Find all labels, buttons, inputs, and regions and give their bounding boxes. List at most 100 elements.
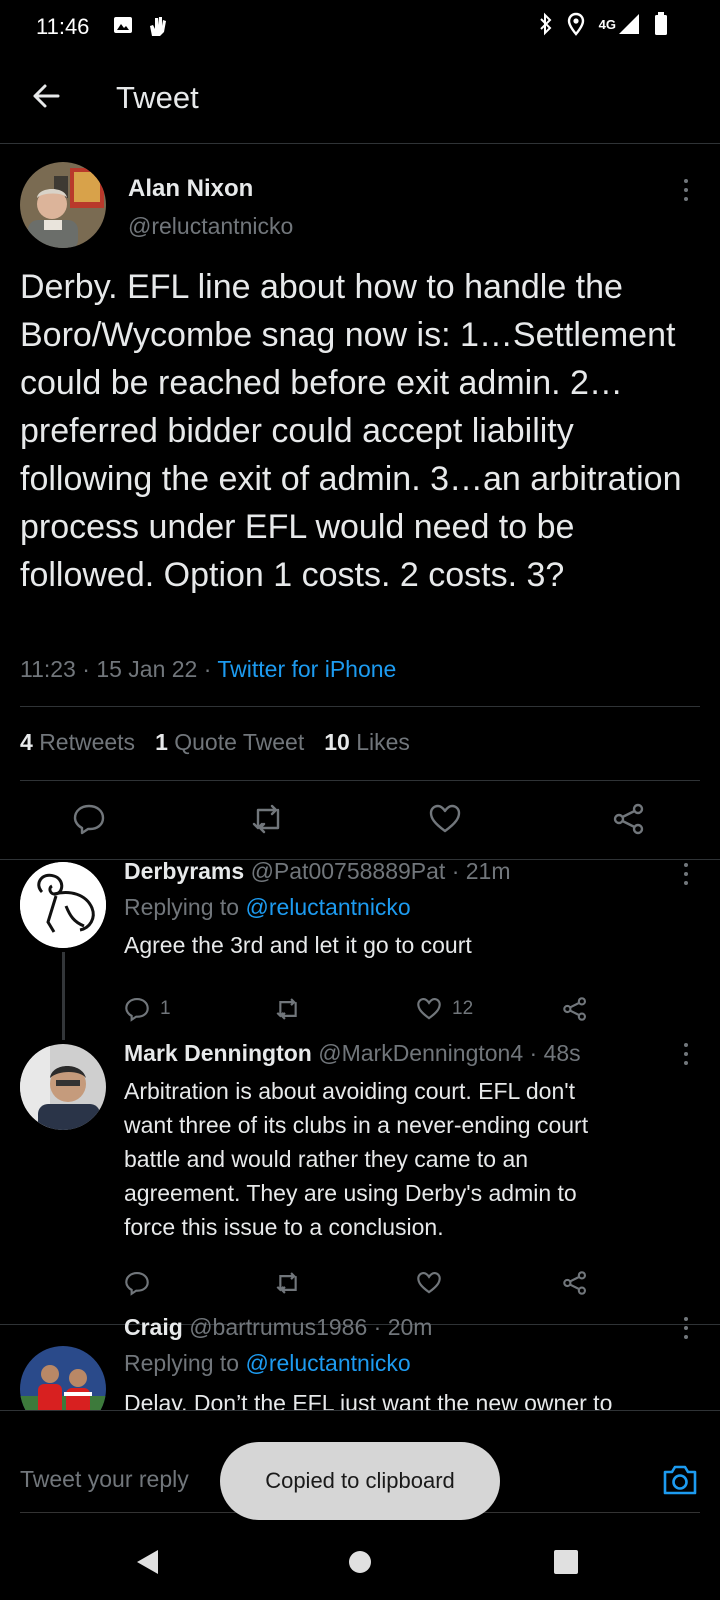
share-icon <box>613 803 644 835</box>
reply-reply-button[interactable]: 1 <box>124 996 171 1022</box>
reply-like-count: 12 <box>452 998 474 1019</box>
reply-author-name[interactable]: Mark Dennington <box>124 1040 312 1066</box>
reply-header: Mark Dennington @MarkDennington4 · 48s <box>124 1040 581 1067</box>
meta-separator: · <box>373 1314 388 1340</box>
retweet-icon <box>252 804 280 834</box>
reply-avatar-derbyrams[interactable] <box>20 862 106 948</box>
reply-text-line: agreement. They are using Derby's admin … <box>124 1180 577 1206</box>
reply-author-handle[interactable]: @MarkDennington4 <box>318 1040 523 1066</box>
reply-text-line: battle and would rather they came to an <box>124 1146 529 1172</box>
reply-reply-count: 1 <box>160 998 171 1019</box>
retweet-button[interactable] <box>250 802 286 838</box>
divider <box>20 706 700 707</box>
reply-text-line: Arbitration is about avoiding court. EFL… <box>124 1078 576 1104</box>
reply-like-button[interactable]: 12 <box>416 996 473 1022</box>
reply-author-handle[interactable]: @Pat00758889Pat <box>251 858 446 884</box>
replying-to-mention[interactable]: @reluctantnicko <box>245 894 410 920</box>
tweet-source-link[interactable]: Twitter for iPhone <box>217 656 396 682</box>
replying-to-line: Replying to @reluctantnicko <box>124 894 411 921</box>
tweet-text: Derby. EFL line about how to handle the … <box>20 268 682 594</box>
mark-photo <box>20 1044 106 1130</box>
replying-to-label: Replying to <box>124 894 246 920</box>
reply-reply-button[interactable] <box>124 1270 150 1296</box>
quotes-stat[interactable]: 1 Quote Tweet <box>155 729 304 756</box>
retweet-icon <box>276 1272 297 1294</box>
reply-share-button[interactable] <box>562 996 588 1022</box>
meta-separator: · <box>203 656 218 682</box>
replying-to-mention[interactable]: @reluctantnicko <box>245 1350 410 1376</box>
back-button[interactable] <box>28 78 64 114</box>
reply-more-options-icon[interactable] <box>674 1314 698 1342</box>
tweet-more-options-icon[interactable] <box>674 176 698 204</box>
reply-text-line: want three of its clubs in a never-endin… <box>124 1112 589 1138</box>
reply-author-handle[interactable]: @bartrumus1986 <box>189 1314 367 1340</box>
reply-header: Derbyrams @Pat00758889Pat · 21m <box>124 858 511 885</box>
tweet-action-bar <box>0 780 720 860</box>
reply-text: Arbitration is about avoiding court. EFL… <box>124 1074 704 1244</box>
reply-more-options-icon[interactable] <box>674 1040 698 1068</box>
retweets-stat[interactable]: 4 Retweets <box>20 729 135 756</box>
reply-more-options-icon[interactable] <box>674 860 698 888</box>
reply-icon <box>125 1271 149 1296</box>
tweet-time: 11:23 <box>20 656 76 682</box>
nav-home-icon[interactable] <box>348 1550 372 1574</box>
like-button[interactable] <box>428 802 464 838</box>
location-icon <box>567 12 584 36</box>
status-notification-icons <box>112 14 168 38</box>
reply-like-button[interactable] <box>416 1270 442 1296</box>
author-photo <box>20 162 106 248</box>
network-type-label: 4G <box>598 16 616 32</box>
reply-avatar-mark[interactable] <box>20 1044 106 1130</box>
signal-icon <box>619 14 639 34</box>
share-icon <box>563 997 587 1021</box>
arrow-left-icon <box>33 84 60 108</box>
reply-retweet-button[interactable] <box>274 1270 302 1296</box>
likes-label: Likes <box>356 729 410 755</box>
heart-icon <box>417 1271 441 1294</box>
hand-gesture-icon <box>150 17 166 36</box>
reply-icon <box>125 997 149 1022</box>
meta-separator: · <box>451 858 466 884</box>
replying-to-line: Replying to @reluctantnicko <box>124 1350 411 1377</box>
thread-connector <box>62 952 65 1040</box>
bluetooth-icon <box>539 12 552 36</box>
retweets-count: 4 <box>20 729 33 755</box>
heart-icon <box>417 997 441 1020</box>
image-notification-icon <box>114 17 132 33</box>
share-icon <box>563 1271 587 1295</box>
reply-input[interactable]: Tweet your reply <box>20 1466 189 1493</box>
ram-logo-icon <box>20 862 106 948</box>
status-system-icons: 4G <box>539 12 668 36</box>
quotes-label: Quote Tweet <box>174 729 305 755</box>
tweet-stats: 4 Retweets 1 Quote Tweet 10 Likes <box>20 729 410 756</box>
camera-button[interactable] <box>662 1464 698 1501</box>
reply-text-line: force this issue to a conclusion. <box>124 1214 444 1240</box>
reply-age: 48s <box>543 1040 581 1066</box>
page-title: Tweet <box>116 80 199 115</box>
reply-action-bar <box>124 1270 604 1300</box>
reply-button[interactable] <box>72 802 108 838</box>
battery-icon <box>655 12 667 35</box>
reply-age: 20m <box>387 1314 433 1340</box>
author-name[interactable]: Alan Nixon <box>128 175 253 203</box>
retweets-label: Retweets <box>39 729 136 755</box>
nav-recents-icon[interactable] <box>554 1550 578 1574</box>
author-avatar[interactable] <box>20 162 106 248</box>
author-handle[interactable]: @reluctantnicko <box>128 213 293 240</box>
reply-author-name[interactable]: Derbyrams <box>124 858 244 884</box>
reply-retweet-button[interactable] <box>274 996 302 1022</box>
nav-back-icon[interactable] <box>134 1548 162 1576</box>
system-navigation-bar <box>0 1522 720 1600</box>
tweet-meta: 11:23 · 15 Jan 22 · Twitter for iPhone <box>20 656 396 683</box>
reply-share-button[interactable] <box>562 1270 588 1296</box>
share-button[interactable] <box>612 802 648 838</box>
heart-icon <box>429 804 461 833</box>
meta-separator: · <box>82 656 97 682</box>
camera-icon <box>663 1465 697 1495</box>
likes-count: 10 <box>324 729 350 755</box>
reply-header: Craig @bartrumus1986 · 20m <box>124 1314 432 1341</box>
reply-author-name[interactable]: Craig <box>124 1314 183 1340</box>
reply-age: 21m <box>465 858 511 884</box>
likes-stat[interactable]: 10 Likes <box>324 729 410 756</box>
toast-message: Copied to clipboard <box>220 1442 500 1520</box>
